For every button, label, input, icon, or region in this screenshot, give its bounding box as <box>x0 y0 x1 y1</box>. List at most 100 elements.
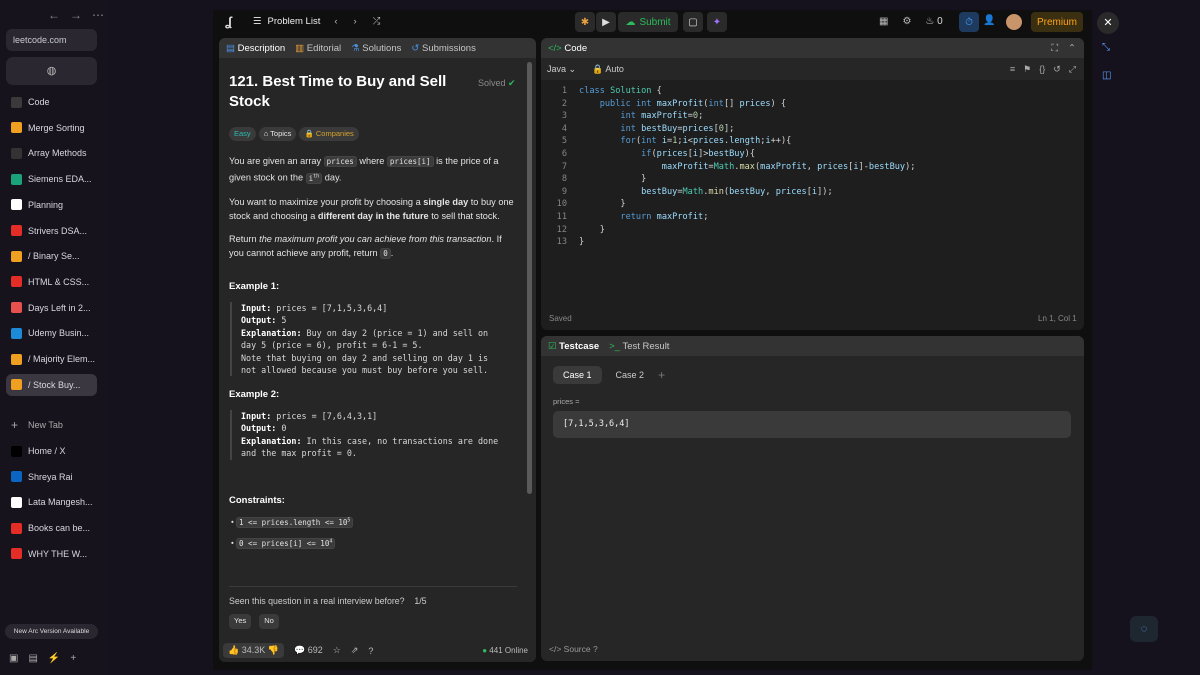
auto-mode[interactable]: 🔒 Auto <box>592 64 624 75</box>
code-line[interactable]: 3 int maxProfit=0; <box>541 110 1071 123</box>
code-line[interactable]: 8 } <box>541 173 1071 186</box>
star-icon[interactable]: ☆ <box>333 645 341 656</box>
sidebar-tab-item[interactable]: Merge Sorting <box>6 117 97 139</box>
param-input[interactable]: [7,1,5,3,6,4] <box>553 411 1071 438</box>
sidebar-tab-item[interactable]: / Stock Buy... <box>6 373 97 396</box>
debug-button[interactable]: ✱ <box>575 12 595 32</box>
thumbs-up-icon: 👍 <box>228 645 240 655</box>
language-select[interactable]: Java ⌄ <box>547 64 576 75</box>
shuffle-icon[interactable]: ⤮ <box>373 16 381 27</box>
notes-button[interactable]: ▢ <box>683 12 703 32</box>
problem-list-link[interactable]: Problem List <box>268 16 321 27</box>
code-tab[interactable]: </> Code <box>548 43 587 54</box>
source-button[interactable]: </> Source ? <box>549 644 598 654</box>
collapse-icon[interactable]: ⌃ <box>1068 43 1076 54</box>
code-editor[interactable]: 1 class Solution {2 public int maxProfit(… <box>541 85 1084 285</box>
bookmark-icon[interactable]: ⚑ <box>1023 64 1031 75</box>
tab-submissions[interactable]: ↺ Submissions <box>411 43 475 54</box>
tab-editorial[interactable]: ▥ Editorial <box>295 43 341 54</box>
comments-button[interactable]: 💬 692 <box>294 645 323 656</box>
plus-icon[interactable]: + <box>70 653 76 664</box>
prev-problem-icon[interactable]: ‹ <box>334 16 337 27</box>
sidebar-tab-item[interactable]: Books can be... <box>6 517 97 539</box>
timer-button[interactable]: ⏱ <box>959 12 979 32</box>
expand-window-icon[interactable]: ⤡ <box>1102 42 1110 53</box>
ai-assistant-button[interactable]: ✦ <box>707 12 727 32</box>
chat-icon[interactable]: ◌ <box>1130 616 1158 642</box>
layout-icon[interactable]: ▦ <box>879 16 888 27</box>
sidebar-tab-item[interactable]: WHY THE W... <box>6 543 97 565</box>
next-problem-icon[interactable]: › <box>354 16 357 27</box>
code-line[interactable]: 11 return maxProfit; <box>541 211 1071 224</box>
more-icon[interactable]: ⋯ <box>92 8 104 22</box>
editor-toolbar: Java ⌄ 🔒 Auto ≡ ⚑ {} ↺ ⤢ <box>541 58 1084 80</box>
back-arrow-icon[interactable]: ← <box>48 8 60 22</box>
bolt-icon[interactable]: ⚡ <box>48 653 60 664</box>
sidebar-tab-item[interactable]: Siemens EDA... <box>6 168 97 190</box>
avatar[interactable] <box>1006 14 1022 30</box>
sidebar-tab-item[interactable]: HTML & CSS... <box>6 271 97 293</box>
no-button[interactable]: No <box>259 614 279 629</box>
code-line[interactable]: 13} <box>541 236 1071 249</box>
code-line[interactable]: 9 bestBuy=Math.min(bestBuy, prices[i]); <box>541 186 1071 199</box>
archive-icon[interactable]: ▣ <box>9 653 18 664</box>
reset-icon[interactable]: ↺ <box>1053 64 1061 75</box>
code-line[interactable]: 10 } <box>541 198 1071 211</box>
code-line[interactable]: 7 maxProfit=Math.max(maxProfit, prices[i… <box>541 161 1071 174</box>
yes-button[interactable]: Yes <box>229 614 252 629</box>
sidebar-tab-item[interactable]: / Majority Elem... <box>6 348 97 370</box>
sidebar-tab-item[interactable]: Planning <box>6 194 97 216</box>
premium-button[interactable]: Premium <box>1031 12 1083 32</box>
submit-button[interactable]: ☁ Submit <box>618 12 678 32</box>
sidebar-tab-item[interactable]: / Binary Se... <box>6 245 97 267</box>
sidebar-tab-item[interactable]: Udemy Busin... <box>6 322 97 344</box>
sidebar-tab-item[interactable]: Shreya Rai <box>6 466 97 488</box>
close-icon[interactable]: ✕ <box>1097 12 1119 34</box>
sidebar-tab-item[interactable]: Array Methods <box>6 142 97 164</box>
help-icon[interactable]: ? <box>368 646 373 656</box>
thumbs-down-icon[interactable]: 👎 <box>268 645 279 655</box>
code-line[interactable]: 1 class Solution { <box>541 85 1071 98</box>
example-line: day 5 (price = 6), profit = 6-1 = 5. <box>241 340 423 351</box>
code-line[interactable]: 2 public int maxProfit(int[] prices) { <box>541 98 1071 111</box>
run-button[interactable]: ▶ <box>596 12 616 32</box>
code-line[interactable]: 4 int bestBuy=prices[0]; <box>541 123 1071 136</box>
case-2-tab[interactable]: Case 2 <box>610 366 651 384</box>
sidebar-tab-item[interactable]: Lata Mangesh... <box>6 491 97 513</box>
code-line[interactable]: 6 if(prices[i]>bestBuy){ <box>541 148 1071 161</box>
topics-chip[interactable]: ⌂ Topics <box>258 127 297 141</box>
code-line[interactable]: 12 } <box>541 224 1071 237</box>
fullscreen-icon[interactable]: ⛶ <box>1051 43 1058 54</box>
sidebar-tab-item[interactable]: Home / X <box>6 440 97 462</box>
split-view-icon[interactable]: ◫ <box>1102 70 1111 81</box>
add-user-icon[interactable]: 👤 <box>983 15 995 26</box>
like-button[interactable]: 👍 34.3K 👎 <box>223 643 284 658</box>
tab-testcase[interactable]: ☑ Testcase <box>548 341 599 352</box>
workspace-button[interactable]: ◍ <box>6 57 97 85</box>
new-tab-button[interactable]: + New Tab <box>6 414 97 436</box>
share-icon[interactable]: ⇗ <box>351 645 359 656</box>
description-scrollbar[interactable] <box>527 62 532 494</box>
streak-counter[interactable]: ♨ 0 <box>925 16 942 27</box>
library-icon[interactable]: ▤ <box>28 653 37 664</box>
tab-solutions[interactable]: ⚗ Solutions <box>351 43 401 54</box>
sidebar-tab-item[interactable]: Strivers DSA... <box>6 220 97 242</box>
tab-description[interactable]: ▤ Description <box>226 43 285 54</box>
code-line[interactable]: 5 for(int i=1;i<prices.length;i++){ <box>541 135 1071 148</box>
sidebar-tab-item[interactable]: Code <box>6 91 97 113</box>
settings-gear-icon[interactable]: ⚙ <box>902 16 911 27</box>
leetcode-logo-icon[interactable]: ʆ <box>225 14 239 30</box>
sidebar-tab-item[interactable]: Days Left in 2... <box>6 297 97 319</box>
update-banner[interactable]: New Arc Version Available <box>5 624 98 639</box>
tab-test-result[interactable]: >_ Test Result <box>609 341 669 352</box>
language-label: Java <box>547 63 567 74</box>
braces-icon[interactable]: {} <box>1039 64 1045 75</box>
add-case-icon[interactable]: + <box>658 368 665 382</box>
url-bar[interactable]: leetcode.com <box>6 29 97 51</box>
expand-icon[interactable]: ⤢ <box>1069 64 1076 75</box>
difficulty-badge[interactable]: Easy <box>229 127 256 141</box>
case-1-tab[interactable]: Case 1 <box>553 366 602 384</box>
format-icon[interactable]: ≡ <box>1010 64 1015 75</box>
forward-arrow-icon[interactable]: → <box>70 8 82 22</box>
companies-chip[interactable]: 🔒 Companies <box>299 127 359 141</box>
